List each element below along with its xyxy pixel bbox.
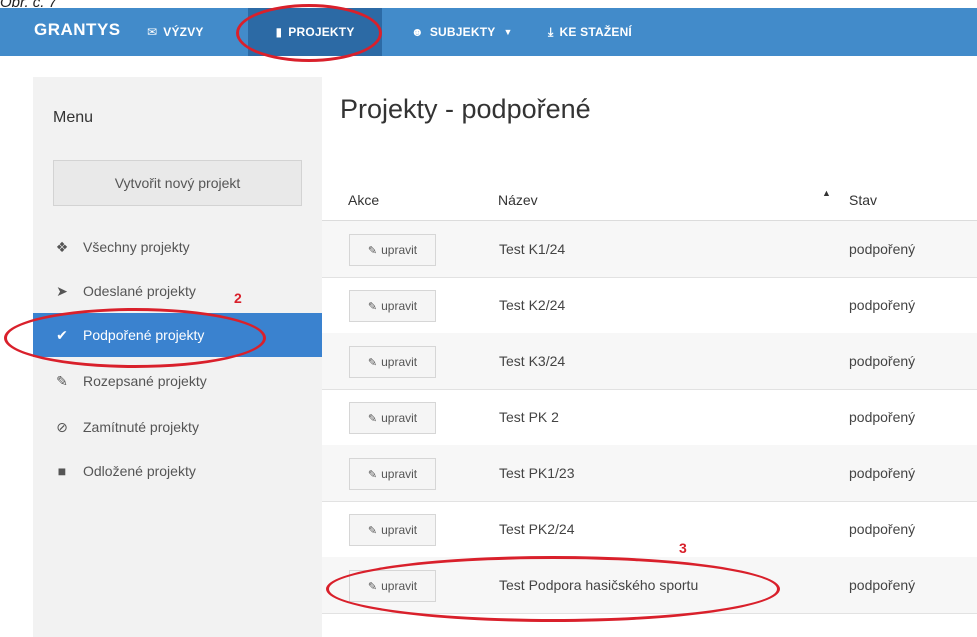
download-icon: ⤓ [548, 24, 554, 39]
project-status: podpořený [849, 409, 916, 425]
sidebar-item-label: Rozepsané projekty [83, 373, 207, 389]
project-name: Test K2/24 [499, 297, 566, 313]
sidebar-item-label: Odeslané projekty [83, 283, 196, 299]
annotation-ellipse-projekty [236, 4, 382, 62]
sidebar-item-all[interactable]: ❖ Všechny projekty [33, 225, 322, 269]
page-title: Projekty - podpořené [340, 94, 591, 124]
pencil-icon: ✎ [367, 524, 378, 537]
nav-ke-stazeni[interactable]: ⤓ KE STAŽENÍ [548, 8, 632, 56]
pencil-icon: ✎ [56, 372, 68, 389]
project-status: podpořený [849, 465, 916, 481]
nav-subjekty[interactable]: ☻ SUBJEKTY ▼ [411, 8, 513, 56]
table-row: ✎ upravit Test PK2/24 podpořený [322, 501, 977, 558]
edit-button-label: upravit [381, 523, 418, 537]
edit-button[interactable]: ✎ upravit [349, 514, 436, 546]
table-row: ✎ upravit Test PK1/23 podpořený [322, 445, 977, 502]
pencil-icon: ✎ [367, 300, 378, 313]
edit-button[interactable]: ✎ upravit [349, 402, 436, 434]
edit-button[interactable]: ✎ upravit [349, 346, 436, 378]
project-status: podpořený [849, 353, 916, 369]
project-status: podpořený [849, 577, 916, 593]
edit-button-label: upravit [381, 355, 418, 369]
top-navbar: GRANTYS ✉ VÝZVY ▮ PROJEKTY ☻ SUBJEKTY ▼ … [0, 8, 977, 56]
cubes-icon: ❖ [55, 238, 69, 255]
megaphone-icon: ✉ [147, 25, 158, 39]
ban-icon: ⊘ [56, 418, 68, 435]
sidebar-item-rejected[interactable]: ⊘ Zamítnuté projekty [33, 405, 322, 449]
sidebar-item-label: Odložené projekty [83, 463, 196, 479]
pencil-icon: ✎ [367, 412, 378, 425]
column-header-nazev[interactable]: Název [498, 192, 538, 208]
nav-subjekty-label: SUBJEKTY [429, 25, 496, 39]
annotation-ellipse-supported [4, 308, 266, 368]
table-row: ✎ upravit Test K3/24 podpořený [322, 333, 977, 390]
create-project-button[interactable]: Vytvořit nový projekt [53, 160, 302, 206]
project-status: podpořený [849, 297, 916, 313]
nav-ke-stazeni-label: KE STAŽENÍ [559, 25, 632, 39]
paper-plane-icon: ➤ [56, 282, 68, 299]
sidebar-item-label: Všechny projekty [83, 239, 190, 255]
annotation-number-3: 3 [679, 540, 687, 556]
sidebar-title: Menu [53, 109, 94, 126]
annotation-number-2: 2 [234, 290, 242, 306]
archive-icon: ■ [57, 463, 67, 479]
project-name: Test PK 2 [499, 409, 559, 425]
users-icon: ☻ [411, 25, 424, 39]
project-status: podpořený [849, 241, 916, 257]
table-header: Akce Název ▲ Stav [322, 174, 977, 222]
edit-button-label: upravit [381, 243, 418, 257]
edit-button[interactable]: ✎ upravit [349, 234, 436, 266]
sidebar-item-label: Zamítnuté projekty [83, 419, 199, 435]
project-name: Test PK2/24 [499, 521, 575, 537]
brand-logo[interactable]: GRANTYS [34, 20, 121, 40]
nav-vyzvy[interactable]: ✉ VÝZVY [147, 8, 204, 56]
annotation-ellipse-project-row [326, 556, 780, 622]
table-row: ✎ upravit Test PK 2 podpořený [322, 389, 977, 446]
edit-button-label: upravit [381, 411, 418, 425]
sidebar-item-sent[interactable]: ➤ Odeslané projekty [33, 269, 322, 313]
table-row: ✎ upravit Test K1/24 podpořený [322, 221, 977, 278]
pencil-icon: ✎ [367, 468, 378, 481]
project-name: Test K3/24 [499, 353, 566, 369]
table-row: ✎ upravit Test K2/24 podpořený [322, 277, 977, 334]
column-header-akce: Akce [348, 192, 380, 208]
sort-asc-icon[interactable]: ▲ [822, 188, 831, 198]
nav-vyzvy-label: VÝZVY [163, 25, 204, 39]
project-status: podpořený [849, 521, 916, 537]
pencil-icon: ✎ [367, 356, 378, 369]
pencil-icon: ✎ [367, 244, 378, 257]
column-header-stav[interactable]: Stav [849, 192, 877, 208]
edit-button-label: upravit [381, 467, 418, 481]
project-name: Test PK1/23 [499, 465, 575, 481]
edit-button-label: upravit [381, 299, 418, 313]
sidebar-item-postponed[interactable]: ■ Odložené projekty [33, 449, 322, 493]
edit-button[interactable]: ✎ upravit [349, 458, 436, 490]
edit-button[interactable]: ✎ upravit [349, 290, 436, 322]
chevron-down-icon: ▼ [503, 27, 513, 37]
project-name: Test K1/24 [499, 241, 566, 257]
